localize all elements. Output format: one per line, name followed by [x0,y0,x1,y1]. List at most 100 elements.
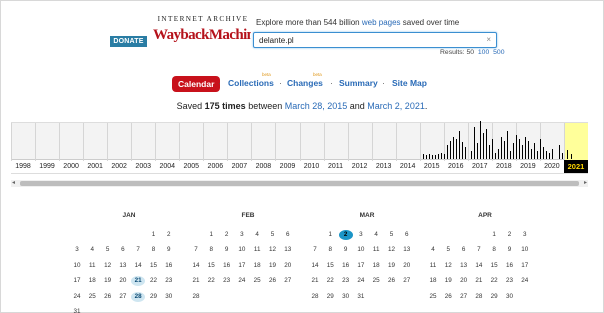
timeline-year-label[interactable]: 2003 [131,163,155,170]
timeline-capture-bar[interactable] [571,154,573,159]
tab-calendar[interactable]: Calendar [172,76,221,92]
timeline-year-label[interactable]: 2011 [324,163,348,170]
donate-button[interactable]: DONATE [110,36,147,47]
timeline-capture-bar[interactable] [456,139,458,159]
timeline-capture-bar[interactable] [426,155,428,159]
timeline-capture-bar[interactable] [447,145,449,159]
timeline-capture-bar[interactable] [534,143,536,159]
timeline-capture-bar[interactable] [459,131,461,159]
timeline-capture-bar[interactable] [559,145,561,159]
timeline-capture-bar[interactable] [552,149,554,159]
timeline-year-column[interactable] [251,123,275,161]
timeline-scrollbar[interactable]: ◂ ▸ [11,180,588,187]
timeline-year-column[interactable] [155,123,179,161]
timeline-year-label[interactable]: 2006 [203,163,227,170]
timeline-year-label[interactable]: 1999 [35,163,59,170]
timeline-year-label[interactable]: 2012 [348,163,372,170]
timeline-capture-bar[interactable] [489,145,491,159]
timeline-capture-bar[interactable] [498,149,500,159]
timeline-year-label[interactable]: 2005 [179,163,203,170]
timeline-year-label[interactable]: 2001 [83,163,107,170]
results-100-link[interactable]: 100 [478,49,489,56]
timeline-year-label[interactable]: 2016 [444,163,468,170]
timeline-year-label[interactable]: 2014 [396,163,420,170]
timeline-year-column[interactable] [35,123,59,161]
timeline-capture-bar[interactable] [474,127,476,159]
timeline-capture-bar[interactable] [444,154,446,159]
timeline-capture-bar[interactable] [480,121,482,159]
timeline-year-label[interactable]: 2015 [420,163,444,170]
timeline-capture-bar[interactable] [510,151,512,159]
timeline-capture-bar[interactable] [507,131,509,159]
timeline-year-column[interactable] [227,123,251,161]
timeline-capture-bar[interactable] [549,153,551,159]
timeline-capture-bar[interactable] [450,141,452,159]
timeline-capture-bar[interactable] [519,139,521,159]
tab-collections[interactable]: Collections [228,78,274,88]
tab-site-map[interactable]: Site Map [392,78,427,88]
timeline-year-column[interactable] [275,123,299,161]
timeline-year-column[interactable] [347,123,372,161]
scroll-left-icon[interactable]: ◂ [12,180,15,187]
timeline-capture-bar[interactable] [483,133,485,159]
timeline-year-column[interactable] [323,123,348,161]
results-50[interactable]: 50 [466,49,474,56]
timeline-capture-bar[interactable] [504,141,506,159]
timeline-year-column[interactable] [107,123,131,161]
scroll-right-icon[interactable]: ▸ [584,180,587,187]
calendar-day-captured[interactable]: 28 [131,291,146,302]
timeline-capture-bar[interactable] [522,145,524,159]
timeline-year-label[interactable]: 2019 [516,163,540,170]
timeline-capture-bar[interactable] [537,151,539,159]
timeline-year-label[interactable]: 2007 [227,163,251,170]
timeline-year-label[interactable]: 2018 [492,163,516,170]
last-capture-link[interactable]: March 2, 2021 [367,101,425,111]
tab-changes[interactable]: Changes [287,78,323,88]
timeline-capture-bar[interactable] [546,151,548,159]
first-capture-link[interactable]: March 28, 2015 [285,101,348,111]
timeline-capture-bar[interactable] [477,143,479,159]
search-input[interactable]: delante.pl × [253,32,497,48]
timeline-year-column[interactable] [371,123,396,161]
capture-timeline[interactable] [11,121,588,161]
timeline-year-column[interactable] [11,123,35,161]
timeline-capture-bar[interactable] [453,137,455,159]
timeline-capture-bar[interactable] [486,129,488,159]
timeline-year-label[interactable]: 2009 [275,163,299,170]
timeline-year-column[interactable] [83,123,107,161]
timeline-capture-bar[interactable] [543,147,545,159]
timeline-capture-bar[interactable] [429,154,431,159]
timeline-capture-bar[interactable] [528,141,530,159]
timeline-capture-bar[interactable] [562,153,564,159]
timeline-year-label[interactable]: 2000 [59,163,83,170]
timeline-capture-bar[interactable] [531,149,533,159]
timeline-capture-bar[interactable] [501,137,503,159]
timeline-capture-bar[interactable] [423,154,425,159]
tab-summary[interactable]: Summary [339,78,378,88]
timeline-capture-bar[interactable] [465,147,467,159]
timeline-year-label[interactable]: 2017 [468,163,492,170]
timeline-year-column[interactable] [59,123,83,161]
logo-internet-archive[interactable]: INTERNET ARCHIVE [157,15,249,23]
timeline-capture-bar[interactable] [462,142,464,159]
timeline-capture-bar[interactable] [435,155,437,159]
timeline-year-label[interactable]: 2013 [372,163,396,170]
timeline-year-column[interactable] [179,123,203,161]
timeline-capture-bar[interactable] [471,151,473,159]
timeline-capture-bar[interactable] [567,150,569,159]
timeline-year-label[interactable]: 1998 [11,163,35,170]
results-500-link[interactable]: 500 [493,49,504,56]
timeline-year-label[interactable]: 2021 [563,160,588,173]
timeline-capture-bar[interactable] [516,135,518,159]
timeline-capture-bar[interactable] [432,155,434,159]
timeline-year-column[interactable] [203,123,227,161]
scrollbar-thumb[interactable] [20,181,579,186]
calendar-day-captured[interactable]: 2 [338,230,353,240]
timeline-year-label[interactable]: 2004 [155,163,179,170]
timeline-capture-bar[interactable] [495,153,497,159]
timeline-year-column[interactable] [395,123,420,161]
timeline-year-label[interactable]: 2002 [107,163,131,170]
timeline-capture-bar[interactable] [513,143,515,159]
timeline-year-label[interactable]: 2010 [300,163,324,170]
timeline-capture-bar[interactable] [438,154,440,159]
